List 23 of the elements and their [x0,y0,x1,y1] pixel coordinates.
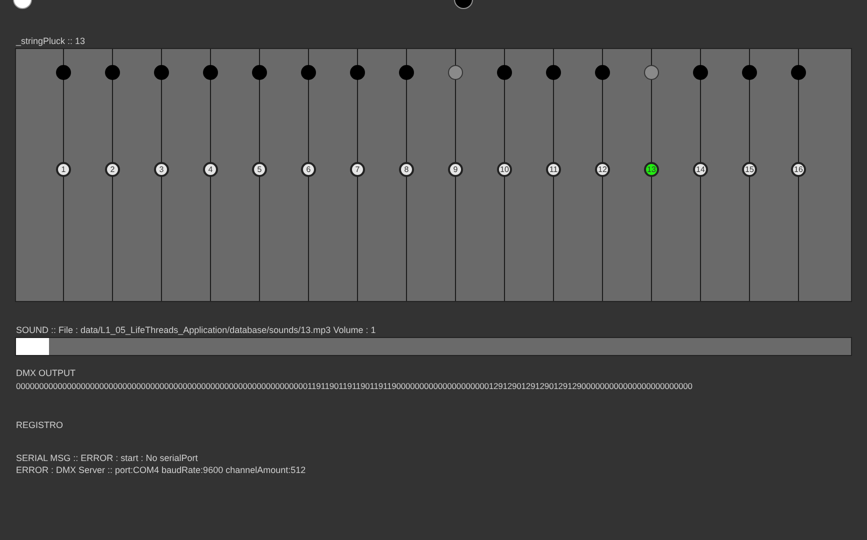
string-number-button[interactable]: 14 [693,162,708,177]
string-number-button[interactable]: 2 [105,162,120,177]
dmx-title: DMX OUTPUT [15,367,76,380]
string-number-button[interactable]: 16 [791,162,806,177]
pluck-label: _stringPluck :: 13 [15,35,86,48]
log-line: ERROR : DMX Server :: port:COM4 baudRate:9600 channelAmount:512 [15,464,307,476]
string-number-button[interactable]: 7 [350,162,365,177]
sound-label: SOUND :: File : data/L1_05_LifeThreads_Application/database/sounds/13.mp3 Volume : 1 [15,324,377,337]
string-number-button[interactable]: 9 [448,162,463,177]
log-title: REGISTRO [15,419,64,432]
log-line: SERIAL MSG :: ERROR : start : No serialPort [15,452,199,464]
string-number-button[interactable]: 3 [154,162,169,177]
string-number-button[interactable]: 12 [595,162,610,177]
dmx-output: 000000000000000000000000000000000000000000000000000000000000000119119011911901191190000000000000000000012912901291290129129000000000000000000000000 [15,380,694,392]
string-number-button[interactable]: 6 [301,162,316,177]
string-number-button[interactable]: 15 [742,162,757,177]
string-number-button[interactable]: 4 [203,162,218,177]
string-number-button[interactable]: 11 [546,162,561,177]
string-number-button[interactable]: 5 [252,162,267,177]
string-number-button[interactable]: 8 [399,162,414,177]
string-number-button[interactable]: 13 [644,162,659,177]
string-number-button[interactable]: 1 [56,162,71,177]
string-number-button[interactable]: 10 [497,162,512,177]
